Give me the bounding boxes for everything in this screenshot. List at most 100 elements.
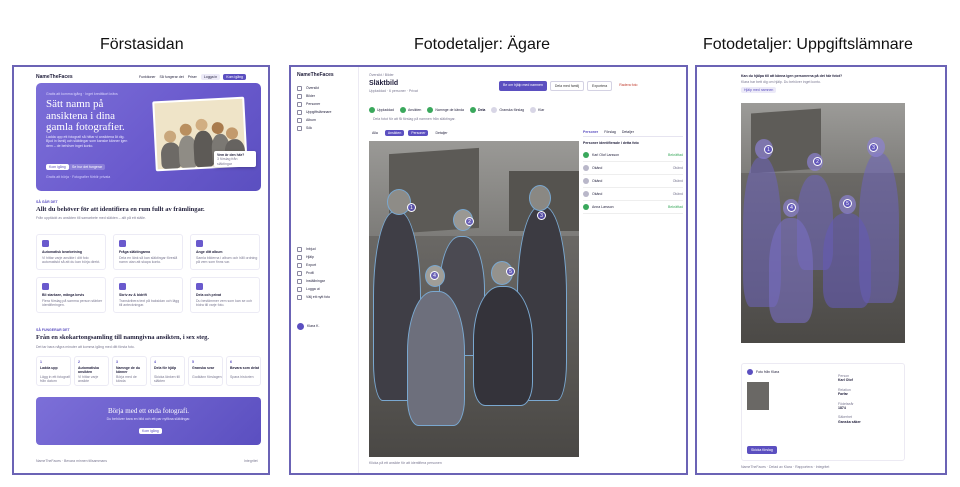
feature-card: Automatisk bearbetning Vi hittar varje an… [36, 234, 106, 270]
submit-suggestion-button[interactable]: Skicka förslag [747, 446, 777, 455]
cta-band-heading: Börja med ett enda fotografi. [107, 407, 190, 415]
panel-tab[interactable]: Förslag [604, 130, 616, 134]
sidebar-icon [297, 109, 302, 115]
progress-step[interactable]: Uppladdad [369, 107, 394, 113]
sidebar-icon [297, 125, 302, 131]
nav-link-features[interactable]: Funktioner [139, 75, 156, 79]
step-number: 5 [192, 360, 194, 364]
sidebar-item[interactable]: Inställningar [297, 277, 353, 285]
sidebar-item[interactable]: Sök [297, 124, 352, 132]
feature-desc: Samla bilderna i album och håll ordning … [196, 256, 258, 265]
owner-panel-title: Fotodetaljer: Ägare [414, 36, 551, 53]
section2-sub: Det tar bara några minuter att komma igå… [36, 345, 135, 349]
panel-tab[interactable]: Personer [583, 130, 598, 134]
sidebar-item[interactable]: Översikt [297, 84, 352, 92]
step-title: Dela för hjälp [154, 366, 177, 370]
sidebar-item[interactable]: Album [297, 116, 352, 124]
owner-logo[interactable]: NameTheFaces [297, 72, 352, 78]
sidebar-item[interactable]: Hjälp [297, 253, 353, 261]
feature-card: Fråga släktingarna Dela en länk så kan sl… [113, 234, 183, 270]
hero-card-sub: 3 förslag från släktingar [217, 157, 238, 166]
ask-help-button[interactable]: Be om hjälp med namnen [499, 81, 547, 92]
sidebar-icon [297, 262, 302, 268]
feature-title: Dela och privat [196, 293, 222, 297]
feature-desc: Transkribera text på baksidan och lägg t… [119, 299, 180, 308]
share-family-button[interactable]: Dela med familj [549, 81, 585, 92]
face-badge[interactable]: 5 [506, 267, 515, 276]
photo-tab[interactable]: Ansikten [384, 130, 405, 137]
photo-meta: Uppladdad · 6 personer · Privat [369, 89, 418, 93]
contrib-question: Kan du hjälpa till att känna igen person… [741, 74, 843, 78]
sidebar-item[interactable]: Inbjud [297, 245, 353, 253]
breadcrumb[interactable]: Översikt / Bilder [369, 73, 394, 77]
sidebar-item-label: Uppgiftslämnare [306, 109, 332, 114]
sidebar-item[interactable]: Logga ut [297, 285, 353, 293]
progress-step[interactable]: Namnge de kända [427, 107, 464, 113]
owner-photo[interactable]: 1 2 3 4 5 [369, 141, 579, 457]
sidebar-item-label: Bilder [306, 93, 315, 98]
hero-suggestion-card: Vem är den här? 3 förslag från släktinga… [214, 151, 256, 167]
face-badge[interactable]: 2 [813, 157, 822, 166]
feature-title: Skriv av & bidrift [119, 293, 147, 297]
step-desc: Lägg in ett fotografi från datorn [40, 375, 70, 384]
progress-step-label: Ansikten [407, 107, 422, 112]
photo-tab[interactable]: Alla [369, 130, 381, 136]
hero-cta-secondary[interactable]: Se hur det fungerar [69, 164, 106, 171]
nav-link-how[interactable]: Så fungerar det [160, 75, 184, 79]
face-badge[interactable]: 4 [787, 203, 796, 212]
person-row[interactable]: Okänd Okänd [583, 175, 683, 188]
person-row[interactable]: Okänd Okänd [583, 188, 683, 201]
face-badge[interactable]: 3 [537, 211, 546, 220]
form-field[interactable]: Födelseår 1874 [838, 402, 902, 411]
person-row[interactable]: Anna Larsson Bekräftad [583, 201, 683, 214]
progress-step[interactable]: Klar [530, 107, 544, 113]
delete-photo-button[interactable]: Radera foto [615, 81, 641, 91]
person-dot [583, 190, 589, 197]
nav-login[interactable]: Logga in [200, 73, 221, 81]
contributor-frame: Kan du hjälpa till att känna igen person… [695, 65, 947, 475]
sidebar-item[interactable]: Bilder [297, 92, 352, 100]
check-icon [369, 107, 375, 113]
photo-tab[interactable]: Personer [408, 130, 429, 137]
feature-desc: Flera förslag på samma person stärker id… [42, 299, 103, 308]
face-badge[interactable]: 5 [843, 199, 852, 208]
person-name: Okänd [592, 191, 603, 196]
face-badge[interactable]: 4 [430, 271, 439, 280]
sidebar-item[interactable]: Välj ett nytt foto [297, 293, 353, 301]
progress-step[interactable]: Dela [469, 107, 485, 113]
cta-band-button[interactable]: Kom igång [139, 428, 162, 435]
sidebar-item[interactable]: Export [297, 261, 353, 269]
feature-card: Skriv av & bidrift Transkribera text på b… [113, 277, 183, 313]
hero-eyebrow: Gratis att komma igång · Inget kreditkor… [46, 92, 118, 96]
progress-step-label: Namnge de kända [435, 107, 464, 112]
sidebar-item[interactable]: Personer [297, 100, 352, 108]
step-card: 6 Bevara som delat Spara historien [226, 356, 261, 386]
form-field[interactable]: Säkerhet Ganska säker [838, 415, 902, 424]
person-row[interactable]: Karl Olof Larsson Bekräftad [583, 149, 683, 162]
face-badge[interactable]: 1 [764, 145, 773, 154]
panel-tab[interactable]: Detaljer [622, 130, 634, 134]
export-button[interactable]: Exportera [587, 81, 613, 92]
photo-tab[interactable]: Detaljer [432, 130, 450, 136]
step-title: Bevara som delat [230, 366, 259, 370]
section1-eyebrow: SÅ GÅR DET [36, 200, 58, 204]
owner-user[interactable]: Klara K. [297, 323, 319, 330]
progress-step[interactable]: Granska förslag [491, 107, 524, 113]
face-badge[interactable]: 2 [465, 217, 474, 226]
form-field[interactable]: Person Karl Olof [838, 374, 902, 383]
contrib-photo[interactable]: 1 2 3 4 5 [741, 103, 905, 343]
nav-cta-button[interactable]: Kom igång [223, 73, 246, 81]
help-names-chip[interactable]: Hjälp med namnen [741, 87, 777, 94]
landing-logo[interactable]: NameTheFaces [36, 74, 73, 80]
form-field[interactable]: Relation Farfar [838, 388, 902, 397]
footer-privacy-link[interactable]: Integritet [244, 459, 258, 463]
sidebar-item[interactable]: Profil [297, 269, 353, 277]
progress-step[interactable]: Ansikten [399, 107, 422, 113]
person-name: Karl Olof Larsson [592, 152, 620, 157]
nav-link-pricing[interactable]: Priser [188, 75, 197, 79]
sidebar-item[interactable]: Uppgiftslämnare [297, 108, 352, 116]
hero-cta-primary[interactable]: Kom igång [46, 164, 69, 171]
person-row[interactable]: Okänd Okänd [583, 162, 683, 175]
face-badge[interactable]: 3 [869, 143, 878, 152]
face-badge[interactable]: 1 [407, 203, 416, 212]
